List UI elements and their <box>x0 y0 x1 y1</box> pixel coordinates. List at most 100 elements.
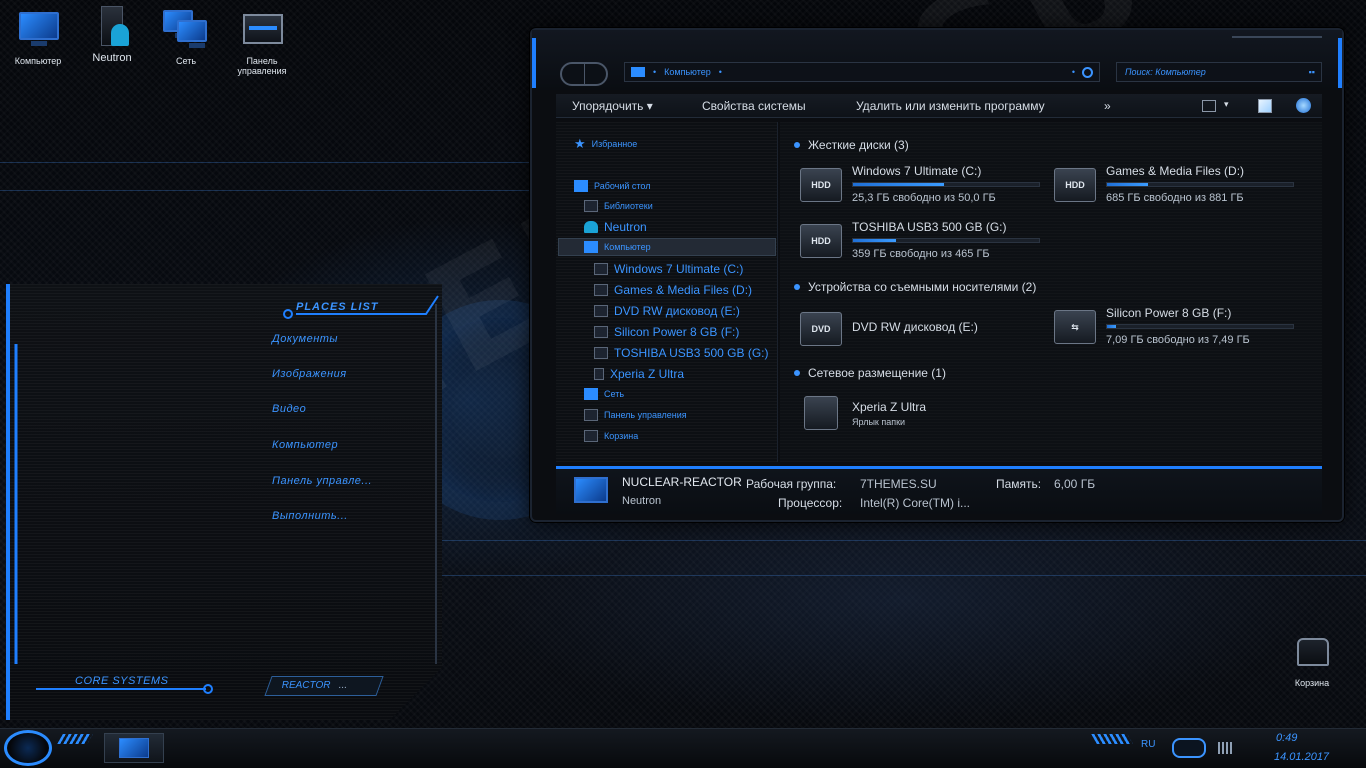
usage-bar <box>852 238 1040 243</box>
nav-drive-g[interactable]: TOSHIBA USB3 500 GB (G:) <box>594 346 769 360</box>
drive-tile-e[interactable]: DVD DVD RW дисковод (E:) <box>800 308 1050 352</box>
computer-icon <box>584 241 598 253</box>
nav-control-panel[interactable]: Панель управления <box>584 409 687 421</box>
nav-favorites[interactable]: ★ Избранное <box>574 136 637 152</box>
explorer-window: • Компьютер • • Поиск: Компьютер ▪▪ Упор… <box>530 28 1344 522</box>
language-indicator[interactable]: RU <box>1141 739 1155 750</box>
window-accent <box>532 38 536 88</box>
dropdown-icon[interactable]: • <box>1072 67 1075 77</box>
places-item-control-panel[interactable]: Панель управле... <box>272 475 372 487</box>
nav-drive-c[interactable]: Windows 7 Ultimate (C:) <box>594 262 743 276</box>
address-bar[interactable]: • Компьютер • • <box>624 62 1100 82</box>
desktop-icon-recycle-bin[interactable]: Корзина <box>1276 632 1348 688</box>
help-icon[interactable] <box>1296 98 1311 113</box>
core-systems-label: CORE SYSTEMS <box>75 675 169 687</box>
start-button[interactable] <box>4 730 52 766</box>
hdd-icon: HDD <box>800 168 842 202</box>
preview-pane-icon[interactable] <box>1258 99 1272 113</box>
nav-drive-f[interactable]: Silicon Power 8 GB (F:) <box>594 325 739 339</box>
desktop-icon-user[interactable]: Neutron <box>76 6 148 64</box>
network-icon <box>163 10 209 50</box>
usage-fill <box>1107 183 1148 186</box>
more-commands-button[interactable]: » <box>1104 99 1111 113</box>
hdd-icon <box>594 347 608 359</box>
organize-button[interactable]: Упорядочить ▾ <box>572 99 653 113</box>
computer-icon <box>119 738 149 758</box>
hdd-icon: HDD <box>1054 168 1096 202</box>
network-tile-xperia[interactable]: Xperia Z Ultra Ярлык папки <box>800 392 1050 436</box>
show-hidden-icons-button[interactable] <box>1172 738 1206 758</box>
view-options-icon[interactable] <box>1202 100 1216 112</box>
search-input[interactable]: Поиск: Компьютер ▪▪ <box>1116 62 1322 82</box>
places-item-computer[interactable]: Компьютер <box>272 439 338 451</box>
address-text: Компьютер <box>664 67 711 77</box>
computer-icon <box>15 10 61 50</box>
nav-libraries[interactable]: Библиотеки <box>584 200 653 212</box>
hdd-icon <box>594 284 608 296</box>
network-signal-icon[interactable] <box>1218 742 1232 754</box>
nav-user[interactable]: Neutron <box>584 220 647 234</box>
group-network[interactable]: Сетевое размещение (1) <box>794 366 946 380</box>
search-icon[interactable]: ▪▪ <box>1309 67 1315 77</box>
places-title: PLACES LIST <box>296 301 379 313</box>
content-pane: Жесткие диски (3) HDD Windows 7 Ultimate… <box>780 122 1322 462</box>
nav-drive-e[interactable]: DVD RW дисковод (E:) <box>594 304 740 318</box>
clock-date[interactable]: 14.01.2017 <box>1274 751 1329 763</box>
places-item-run[interactable]: Выполнить... <box>272 510 348 522</box>
control-panel-icon <box>239 10 285 50</box>
bg-line <box>0 190 540 191</box>
usage-bar <box>1106 182 1294 187</box>
drive-tile-f[interactable]: ⇆ Silicon Power 8 GB (F:) 7,09 ГБ свобод… <box>1054 306 1304 350</box>
control-panel-icon <box>584 409 598 421</box>
clock-time[interactable]: 0:49 <box>1276 732 1297 744</box>
window-accent <box>1338 38 1342 88</box>
desktop-icon-network[interactable]: Сеть <box>150 10 222 66</box>
memory-label: Память: <box>996 477 1042 491</box>
chevron-down-icon[interactable]: • <box>719 67 722 77</box>
group-hdd[interactable]: Жесткие диски (3) <box>794 138 909 152</box>
hdd-icon <box>594 263 608 275</box>
places-item-images[interactable]: Изображения <box>272 368 347 380</box>
desktop-icon-computer[interactable]: Компьютер <box>2 10 74 66</box>
nav-computer[interactable]: Компьютер <box>584 241 651 253</box>
desktop-icon <box>574 180 588 192</box>
bg-line <box>440 540 1366 541</box>
user-icon <box>89 6 135 46</box>
desktop-icon-control-panel[interactable]: Панель управления <box>226 10 298 76</box>
cpu-value: Intel(R) Core(TM) i... <box>860 496 971 510</box>
nav-drive-d[interactable]: Games & Media Files (D:) <box>594 283 752 297</box>
libraries-icon <box>584 200 598 212</box>
reactor-button[interactable]: REACTOR ... <box>264 676 384 696</box>
phone-icon <box>594 368 604 380</box>
network-icon <box>584 388 598 400</box>
dvd-icon: DVD <box>800 312 842 346</box>
nav-xperia[interactable]: Xperia Z Ultra <box>594 367 684 381</box>
cpu-label: Процессор: <box>778 496 843 510</box>
bullet-icon <box>794 284 800 290</box>
places-item-documents[interactable]: Документы <box>272 333 338 345</box>
workgroup-value: 7THEMES.SU <box>860 477 937 491</box>
chevron-down-icon[interactable]: ▾ <box>1224 99 1229 110</box>
reactor-more: ... <box>338 680 348 691</box>
system-properties-button[interactable]: Свойства системы <box>702 99 806 113</box>
back-forward-buttons[interactable] <box>560 62 608 86</box>
uninstall-button[interactable]: Удалить или изменить программу <box>856 99 1045 113</box>
taskbar-explorer-button[interactable] <box>104 733 164 763</box>
places-panel <box>6 284 442 720</box>
nav-network[interactable]: Сеть <box>584 388 624 400</box>
nav-recycle-bin[interactable]: Корзина <box>584 430 638 442</box>
free-space: 359 ГБ свободно из 465 ГБ <box>852 248 990 260</box>
drive-tile-g[interactable]: HDD TOSHIBA USB3 500 GB (G:) 359 ГБ своб… <box>800 220 1050 264</box>
drive-tile-c[interactable]: HDD Windows 7 Ultimate (C:) 25,3 ГБ своб… <box>800 164 1050 208</box>
hdd-icon: HDD <box>800 224 842 258</box>
taskbar-accent <box>1091 734 1133 744</box>
nav-desktop[interactable]: Рабочий стол <box>574 180 651 192</box>
places-item-video[interactable]: Видео <box>272 403 306 415</box>
usb-icon <box>594 326 608 338</box>
workgroup-label: Рабочая группа: <box>746 477 837 491</box>
refresh-icon[interactable] <box>1082 66 1093 78</box>
drive-tile-d[interactable]: HDD Games & Media Files (D:) 685 ГБ своб… <box>1054 164 1304 208</box>
memory-value: 6,00 ГБ <box>1054 477 1096 491</box>
window-controls[interactable] <box>1232 36 1322 44</box>
group-removable[interactable]: Устройства со съемными носителями (2) <box>794 280 1036 294</box>
